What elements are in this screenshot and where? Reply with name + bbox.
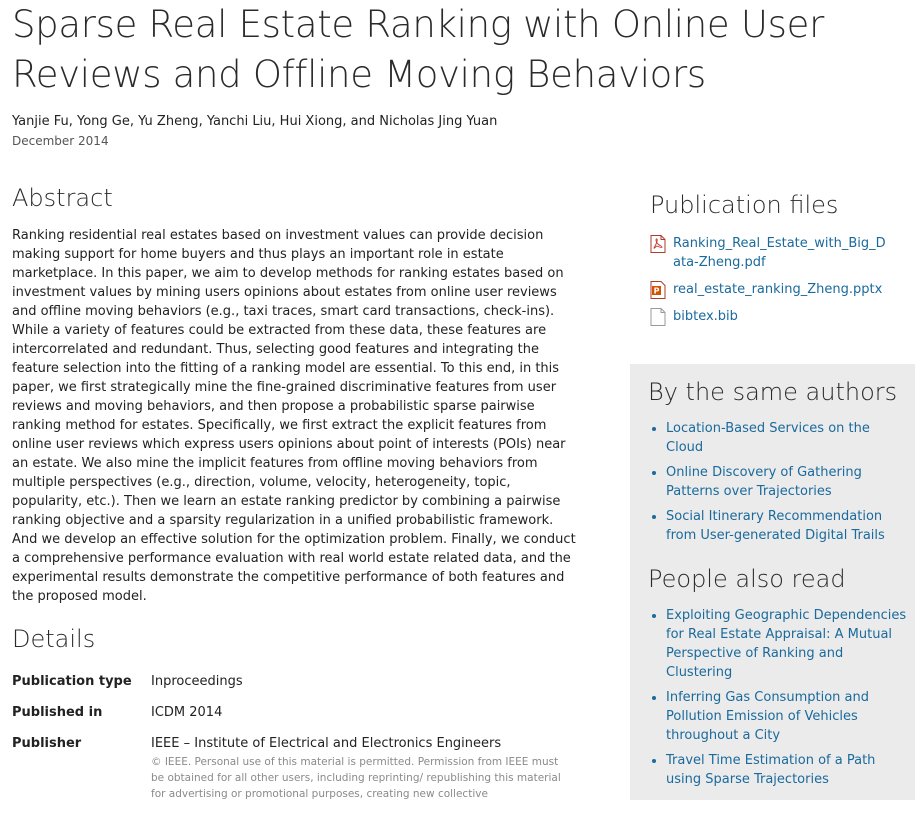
- svg-text:P: P: [654, 287, 660, 296]
- list-item: Online Discovery of Gathering Patterns o…: [666, 463, 911, 501]
- publication-files-heading: Publication files: [650, 191, 839, 219]
- details-value: Inproceedings: [151, 674, 243, 689]
- copyright-notice: © IEEE. Personal use of this material is…: [151, 756, 561, 800]
- details-table: Publication type Inproceedings Published…: [12, 672, 582, 813]
- pdf-file-icon: [650, 235, 666, 253]
- pdf-file-link[interactable]: Ranking_Real_Estate_with_Big_Data-Zheng.…: [673, 234, 890, 272]
- publication-files-list: Ranking_Real_Estate_with_Big_Data-Zheng.…: [650, 234, 890, 334]
- same-authors-list: Location-Based Services on the Cloud Onl…: [648, 419, 911, 551]
- bibtex-file-link[interactable]: bibtex.bib: [673, 307, 738, 326]
- details-heading: Details: [12, 625, 96, 653]
- related-link[interactable]: Exploiting Geographic Dependencies for R…: [666, 608, 906, 680]
- abstract-text: Ranking residential real estates based o…: [12, 228, 576, 604]
- related-link[interactable]: Travel Time Estimation of a Path using S…: [666, 753, 875, 787]
- file-item: bibtex.bib: [650, 307, 890, 326]
- details-label: Publisher: [12, 736, 82, 751]
- file-item: Ranking_Real_Estate_with_Big_Data-Zheng.…: [650, 234, 890, 272]
- details-row-published-in: Published in ICDM 2014: [12, 703, 582, 723]
- details-value: ICDM 2014: [151, 705, 223, 720]
- publisher-name: IEEE – Institute of Electrical and Elect…: [151, 736, 502, 751]
- same-authors-heading: By the same authors: [648, 378, 898, 406]
- details-row-publisher: Publisher IEEE – Institute of Electrical…: [12, 734, 582, 802]
- list-item: Inferring Gas Consumption and Pollution …: [666, 688, 911, 745]
- also-read-heading: People also read: [648, 565, 846, 593]
- publication-date: December 2014: [12, 134, 109, 148]
- related-link[interactable]: Online Discovery of Gathering Patterns o…: [666, 465, 862, 499]
- related-sidebar: By the same authors Location-Based Servi…: [630, 364, 915, 800]
- details-row-publication-type: Publication type Inproceedings: [12, 672, 582, 692]
- generic-file-icon: [650, 308, 666, 326]
- list-item: Social Itinerary Recommendation from Use…: [666, 507, 911, 545]
- list-item: Travel Time Estimation of a Path using S…: [666, 751, 911, 789]
- pptx-file-link[interactable]: real_estate_ranking_Zheng.pptx: [673, 280, 882, 299]
- details-label: Published in: [12, 705, 103, 720]
- related-link[interactable]: Inferring Gas Consumption and Pollution …: [666, 690, 869, 743]
- file-item: P real_estate_ranking_Zheng.pptx: [650, 280, 890, 299]
- page-title: Sparse Real Estate Ranking with Online U…: [12, 3, 824, 96]
- also-read-list: Exploiting Geographic Dependencies for R…: [648, 606, 911, 795]
- abstract-heading: Abstract: [12, 184, 113, 212]
- details-value: IEEE – Institute of Electrical and Elect…: [151, 734, 582, 802]
- authors: Yanjie Fu, Yong Ge, Yu Zheng, Yanchi Liu…: [12, 114, 498, 129]
- list-item: Location-Based Services on the Cloud: [666, 419, 911, 457]
- related-link[interactable]: Location-Based Services on the Cloud: [666, 421, 870, 455]
- pptx-file-icon: P: [650, 281, 666, 299]
- related-link[interactable]: Social Itinerary Recommendation from Use…: [666, 509, 885, 543]
- list-item: Exploiting Geographic Dependencies for R…: [666, 606, 911, 682]
- details-label: Publication type: [12, 674, 132, 689]
